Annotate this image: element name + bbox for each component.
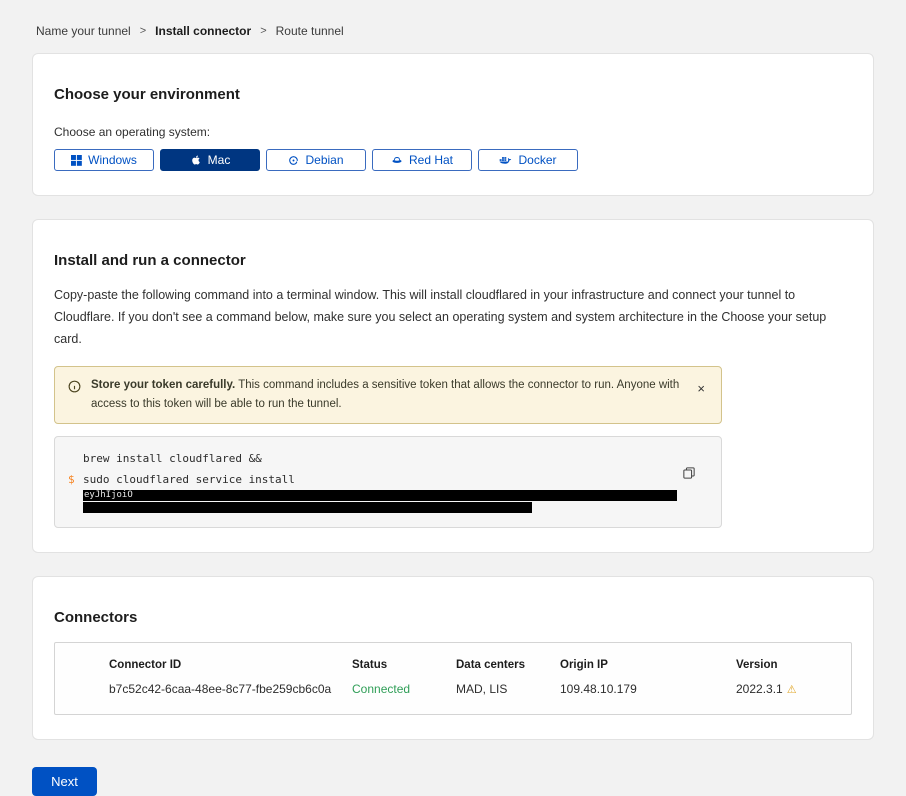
col-header-data-centers: Data centers	[456, 659, 560, 671]
version-value: 2022.3.1	[736, 682, 783, 696]
install-card-title: Install and run a connector	[54, 252, 852, 269]
code-line-2-text: sudo cloudflared service install	[83, 473, 295, 486]
connectors-table: Connector ID Status Data centers Origin …	[54, 642, 852, 715]
warning-triangle-icon: ⚠	[787, 684, 797, 696]
os-button-label: Red Hat	[409, 153, 453, 167]
install-description: Copy-paste the following command into a …	[54, 285, 852, 351]
connectors-table-header: Connector ID Status Data centers Origin …	[109, 659, 831, 671]
next-button[interactable]: Next	[32, 767, 97, 796]
os-button-windows[interactable]: Windows	[54, 149, 154, 171]
apple-icon	[190, 154, 202, 166]
token-redaction-bar	[83, 502, 532, 513]
os-select-label: Choose an operating system:	[54, 125, 852, 139]
breadcrumb-step-install-connector[interactable]: Install connector	[155, 24, 251, 38]
status-badge: Connected	[352, 682, 456, 696]
windows-icon	[71, 155, 82, 166]
os-button-label: Windows	[88, 153, 137, 167]
token-line-2	[83, 501, 681, 513]
environment-card-title: Choose your environment	[54, 86, 852, 103]
environment-card: Choose your environment Choose an operat…	[32, 53, 874, 196]
token-warning-banner: Store your token carefully. This command…	[54, 366, 722, 424]
install-card: Install and run a connector Copy-paste t…	[32, 219, 874, 553]
col-header-version: Version	[736, 659, 831, 671]
connectors-card-title: Connectors	[54, 609, 852, 626]
code-line-2: $sudo cloudflared service install	[83, 469, 681, 490]
redhat-icon	[391, 154, 403, 166]
copy-icon[interactable]	[681, 465, 697, 484]
breadcrumb-separator: >	[140, 25, 146, 37]
install-command-code-block: brew install cloudflared && $sudo cloudf…	[54, 436, 722, 528]
info-icon	[68, 380, 81, 400]
os-button-label: Docker	[518, 153, 556, 167]
code-line-1: brew install cloudflared &&	[83, 448, 681, 469]
footer: Next	[0, 763, 906, 796]
warning-bold: Store your token carefully.	[91, 379, 235, 391]
os-button-docker[interactable]: Docker	[478, 149, 578, 171]
breadcrumb-step-name-tunnel[interactable]: Name your tunnel	[36, 24, 131, 38]
cell-data-centers: MAD, LIS	[456, 682, 560, 696]
os-button-label: Mac	[208, 153, 231, 167]
os-button-label: Debian	[305, 153, 343, 167]
os-button-debian[interactable]: Debian	[266, 149, 366, 171]
token-prefix: eyJhIjoiO	[83, 490, 133, 501]
col-header-origin-ip: Origin IP	[560, 659, 736, 671]
os-button-redhat[interactable]: Red Hat	[372, 149, 472, 171]
close-icon[interactable]: ×	[693, 380, 709, 397]
shell-prompt: $	[68, 469, 75, 490]
breadcrumb-step-route-tunnel[interactable]: Route tunnel	[276, 24, 344, 38]
token-line-1: eyJhIjoiO	[83, 490, 681, 502]
warning-text: Store your token carefully. This command…	[91, 376, 683, 414]
breadcrumb-separator: >	[260, 25, 266, 37]
cell-version: 2022.3.1 ⚠	[736, 682, 831, 696]
table-row: b7c52c42-6caa-48ee-8c77-fbe259cb6c0a Con…	[109, 682, 831, 696]
col-header-connector-id: Connector ID	[109, 659, 352, 671]
cell-origin-ip: 109.48.10.179	[560, 682, 736, 696]
connectors-card: Connectors Connector ID Status Data cent…	[32, 576, 874, 740]
breadcrumb: Name your tunnel > Install connector > R…	[0, 0, 906, 53]
docker-icon	[499, 155, 512, 166]
col-header-status: Status	[352, 659, 456, 671]
cell-connector-id: b7c52c42-6caa-48ee-8c77-fbe259cb6c0a	[109, 682, 352, 696]
debian-icon	[288, 155, 299, 166]
os-button-group: Windows Mac Debian Red Hat	[54, 149, 852, 171]
os-button-mac[interactable]: Mac	[160, 149, 260, 171]
